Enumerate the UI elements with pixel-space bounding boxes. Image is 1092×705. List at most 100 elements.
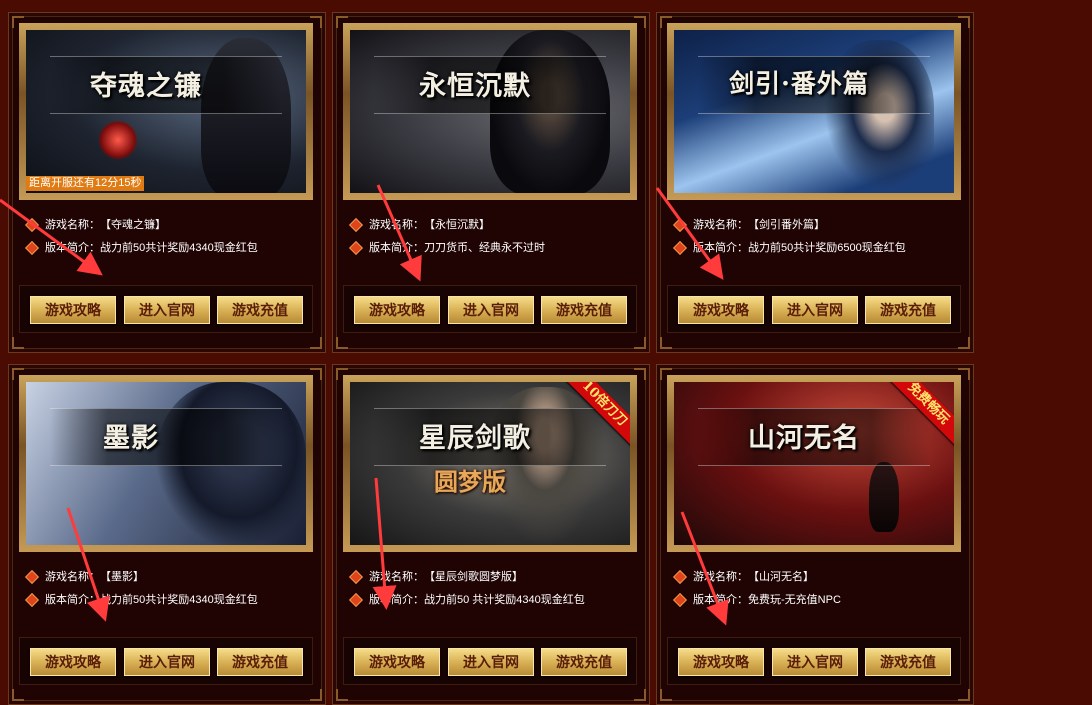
promo-ribbon-text: 免费畅玩 bbox=[882, 382, 954, 451]
game-desc-label: 版本简介： bbox=[45, 594, 100, 606]
game-banner[interactable]: 夺魂之镰 距离开服还有12分15秒 bbox=[19, 23, 313, 200]
game-artwork[interactable]: 墨影 bbox=[26, 382, 306, 545]
diamond-bullet-icon bbox=[26, 242, 38, 254]
frame-corner bbox=[12, 337, 24, 349]
recharge-button[interactable]: 游戏充值 bbox=[865, 296, 951, 324]
frame-corner bbox=[336, 337, 348, 349]
game-card: 夺魂之镰 距离开服还有12分15秒 游戏名称： 【夺魂之镰】 版本简介： 战力前50… bbox=[8, 12, 326, 353]
button-bar: 游戏攻略 进入官网 游戏充值 bbox=[667, 637, 961, 685]
recharge-button[interactable]: 游戏充值 bbox=[217, 296, 303, 324]
game-subtitle: 圆梦版 bbox=[434, 467, 506, 496]
diamond-bullet-icon bbox=[674, 242, 686, 254]
game-name-value: 【星辰剑歌圆梦版】 bbox=[424, 571, 523, 583]
game-desc-row: 版本简介： 战力前50 共计奖励4340现金红包 bbox=[350, 593, 639, 616]
button-bar: 游戏攻略 进入官网 游戏充值 bbox=[343, 285, 637, 333]
recharge-button[interactable]: 游戏充值 bbox=[541, 648, 627, 676]
button-bar: 游戏攻略 进入官网 游戏充值 bbox=[19, 285, 313, 333]
diamond-bullet-icon bbox=[674, 571, 686, 583]
game-artwork[interactable]: 剑引·番外篇 bbox=[674, 30, 954, 193]
game-name-row: 游戏名称： 【剑引番外篇】 bbox=[674, 218, 963, 241]
game-title: 剑引·番外篇 bbox=[729, 69, 869, 98]
official-site-button[interactable]: 进入官网 bbox=[772, 296, 858, 324]
frame-corner bbox=[958, 689, 970, 701]
game-name-value: 【墨影】 bbox=[100, 571, 144, 583]
frame-corner bbox=[660, 337, 672, 349]
game-banner[interactable]: 墨影 bbox=[19, 375, 313, 552]
game-desc-row: 版本简介： 战力前50共计奖励4340现金红包 bbox=[26, 241, 315, 264]
game-info: 游戏名称： 【剑引番外篇】 版本简介： 战力前50共计奖励6500现金红包 bbox=[674, 218, 963, 264]
game-name-label: 游戏名称： bbox=[693, 219, 748, 231]
game-card: 山河无名 免费畅玩 游戏名称： 【山河无名】 版本简介： 免费玩-无充值NPC 游戏… bbox=[656, 364, 974, 705]
game-info: 游戏名称： 【永恒沉默】 版本简介： 刀刀货币、经典永不过时 bbox=[350, 218, 639, 264]
game-desc-label: 版本简介： bbox=[693, 242, 748, 254]
game-info: 游戏名称： 【星辰剑歌圆梦版】 版本简介： 战力前50 共计奖励4340现金红包 bbox=[350, 570, 639, 616]
game-artwork[interactable]: 山河无名 免费畅玩 bbox=[674, 382, 954, 545]
game-guide-button[interactable]: 游戏攻略 bbox=[30, 648, 116, 676]
frame-corner bbox=[310, 689, 322, 701]
game-desc-value: 免费玩-无充值NPC bbox=[748, 594, 841, 606]
game-artwork[interactable]: 永恒沉默 bbox=[350, 30, 630, 193]
game-guide-button[interactable]: 游戏攻略 bbox=[678, 648, 764, 676]
game-desc-label: 版本简介： bbox=[369, 242, 424, 254]
game-title: 永恒沉默 bbox=[419, 71, 531, 102]
game-name-row: 游戏名称： 【夺魂之镰】 bbox=[26, 218, 315, 241]
frame-corner bbox=[660, 689, 672, 701]
game-artwork[interactable]: 夺魂之镰 距离开服还有12分15秒 bbox=[26, 30, 306, 193]
character-figure bbox=[869, 462, 899, 532]
promo-ribbon-text: 10倍刀刀 bbox=[558, 382, 630, 451]
diamond-bullet-icon bbox=[26, 594, 38, 606]
game-desc-row: 版本简介： 免费玩-无充值NPC bbox=[674, 593, 963, 616]
game-card: 星辰剑歌 圆梦版 10倍刀刀 游戏名称： 【星辰剑歌圆梦版】 版本简介： 战力前50… bbox=[332, 364, 650, 705]
frame-corner bbox=[958, 337, 970, 349]
recharge-button[interactable]: 游戏充值 bbox=[217, 648, 303, 676]
game-title: 夺魂之镰 bbox=[90, 71, 202, 102]
game-banner[interactable]: 剑引·番外篇 bbox=[667, 23, 961, 200]
game-banner[interactable]: 山河无名 免费畅玩 bbox=[667, 375, 961, 552]
game-name-label: 游戏名称： bbox=[45, 219, 100, 231]
game-card: 剑引·番外篇 游戏名称： 【剑引番外篇】 版本简介： 战力前50共计奖励6500现金… bbox=[656, 12, 974, 353]
game-desc-value: 战力前50 共计奖励4340现金红包 bbox=[424, 594, 585, 606]
game-info: 游戏名称： 【夺魂之镰】 版本简介： 战力前50共计奖励4340现金红包 bbox=[26, 218, 315, 264]
game-name-label: 游戏名称： bbox=[369, 571, 424, 583]
game-name-row: 游戏名称： 【墨影】 bbox=[26, 570, 315, 593]
official-site-button[interactable]: 进入官网 bbox=[448, 648, 534, 676]
game-desc-label: 版本简介： bbox=[369, 594, 424, 606]
game-banner[interactable]: 星辰剑歌 圆梦版 10倍刀刀 bbox=[343, 375, 637, 552]
game-guide-button[interactable]: 游戏攻略 bbox=[30, 296, 116, 324]
game-artwork[interactable]: 星辰剑歌 圆梦版 10倍刀刀 bbox=[350, 382, 630, 545]
official-site-button[interactable]: 进入官网 bbox=[124, 648, 210, 676]
game-card: 墨影 游戏名称： 【墨影】 版本简介： 战力前50共计奖励4340现金红包 游戏攻略… bbox=[8, 364, 326, 705]
frame-corner bbox=[310, 337, 322, 349]
game-name-row: 游戏名称： 【永恒沉默】 bbox=[350, 218, 639, 241]
diamond-bullet-icon bbox=[350, 219, 362, 231]
game-desc-value: 战力前50共计奖励4340现金红包 bbox=[100, 242, 258, 254]
official-site-button[interactable]: 进入官网 bbox=[772, 648, 858, 676]
game-guide-button[interactable]: 游戏攻略 bbox=[354, 296, 440, 324]
promo-ribbon: 10倍刀刀 bbox=[558, 382, 630, 454]
game-guide-button[interactable]: 游戏攻略 bbox=[678, 296, 764, 324]
game-banner[interactable]: 永恒沉默 bbox=[343, 23, 637, 200]
game-name-label: 游戏名称： bbox=[369, 219, 424, 231]
server-countdown: 距离开服还有12分15秒 bbox=[26, 176, 145, 191]
official-site-button[interactable]: 进入官网 bbox=[124, 296, 210, 324]
official-site-button[interactable]: 进入官网 bbox=[448, 296, 534, 324]
game-card: 永恒沉默 游戏名称： 【永恒沉默】 版本简介： 刀刀货币、经典永不过时 游戏攻略 进… bbox=[332, 12, 650, 353]
game-info: 游戏名称： 【山河无名】 版本简介： 免费玩-无充值NPC bbox=[674, 570, 963, 616]
game-name-row: 游戏名称： 【山河无名】 bbox=[674, 570, 963, 593]
promo-ribbon: 免费畅玩 bbox=[882, 382, 954, 454]
button-bar: 游戏攻略 进入官网 游戏充值 bbox=[343, 637, 637, 685]
recharge-button[interactable]: 游戏充值 bbox=[865, 648, 951, 676]
game-desc-row: 版本简介： 战力前50共计奖励6500现金红包 bbox=[674, 241, 963, 264]
game-desc-value: 战力前50共计奖励6500现金红包 bbox=[748, 242, 906, 254]
game-name-value: 【永恒沉默】 bbox=[424, 219, 490, 231]
game-info: 游戏名称： 【墨影】 版本简介： 战力前50共计奖励4340现金红包 bbox=[26, 570, 315, 616]
diamond-bullet-icon bbox=[674, 594, 686, 606]
frame-corner bbox=[336, 689, 348, 701]
diamond-bullet-icon bbox=[26, 571, 38, 583]
game-guide-button[interactable]: 游戏攻略 bbox=[354, 648, 440, 676]
game-name-row: 游戏名称： 【星辰剑歌圆梦版】 bbox=[350, 570, 639, 593]
game-desc-label: 版本简介： bbox=[45, 242, 100, 254]
recharge-button[interactable]: 游戏充值 bbox=[541, 296, 627, 324]
button-bar: 游戏攻略 进入官网 游戏充值 bbox=[667, 285, 961, 333]
frame-corner bbox=[12, 689, 24, 701]
